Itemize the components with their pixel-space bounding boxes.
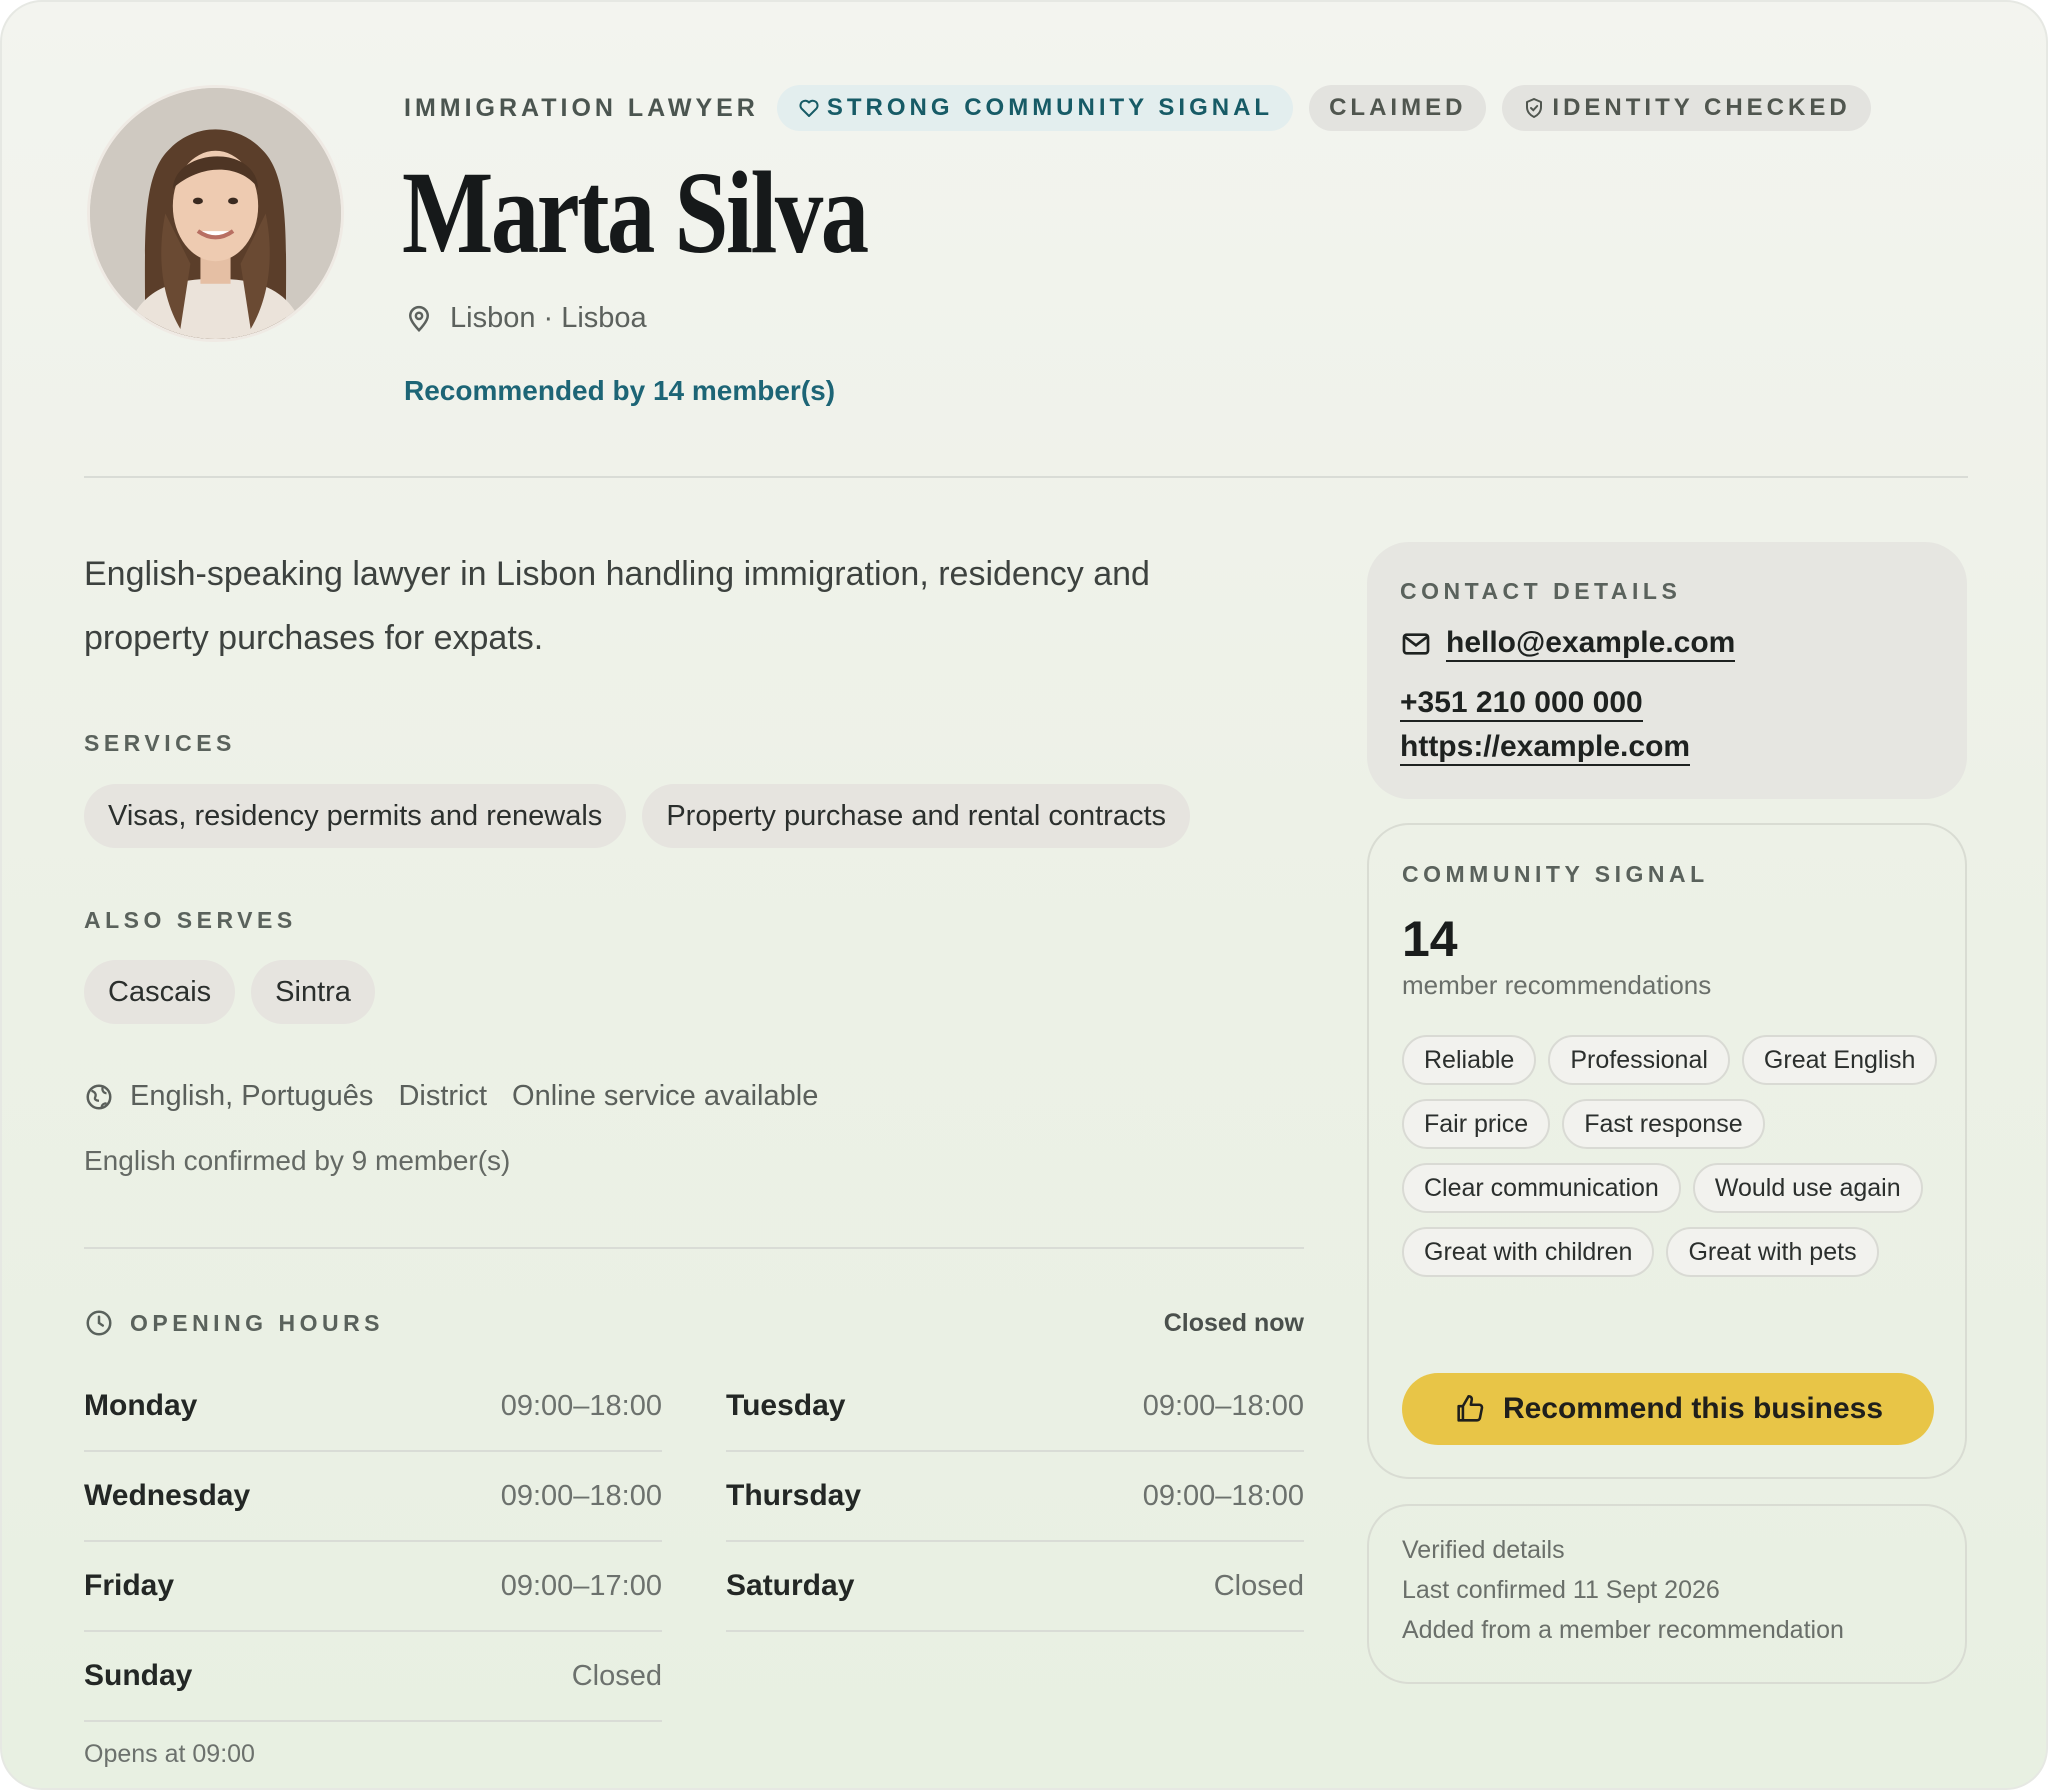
opens-at-note: Opens at 09:00 xyxy=(84,1740,255,1768)
phone-link[interactable]: +351 210 000 000 xyxy=(1400,686,1643,722)
website-row: https://example.com xyxy=(1400,730,1691,766)
day-label: Tuesday xyxy=(726,1389,846,1422)
verified-title: Verified details xyxy=(1402,1536,1565,1564)
tag-clear-communication: Clear communication xyxy=(1402,1163,1681,1213)
opening-hours-title: OPENING HOURS xyxy=(130,1309,385,1336)
strong-signal-label: STRONG COMMUNITY SIGNAL xyxy=(826,94,1274,121)
service-chip: Visas, residency permits and renewals xyxy=(84,784,627,848)
tag-great-with-pets: Great with pets xyxy=(1666,1227,1879,1277)
open-status: Closed now xyxy=(1163,1308,1304,1337)
also-serves-label: ALSO SERVES xyxy=(84,907,297,933)
strong-signal-badge: STRONG COMMUNITY SIGNAL xyxy=(776,85,1294,131)
email-link[interactable]: hello@example.com xyxy=(1446,626,1736,662)
tag-fair-price: Fair price xyxy=(1402,1099,1551,1149)
category-label: IMMIGRATION LAWYER xyxy=(404,93,759,122)
phone-row: +351 210 000 000 xyxy=(1400,686,1643,722)
day-label: Wednesday xyxy=(84,1479,251,1512)
divider xyxy=(84,476,1968,478)
area-chip: Sintra xyxy=(251,960,375,1024)
portrait-illustration xyxy=(90,88,341,339)
languages: English, Português xyxy=(130,1080,374,1112)
area-chip: Cascais xyxy=(84,960,236,1024)
identity-checked-label: IDENTITY CHECKED xyxy=(1552,94,1851,121)
recommendation-count: 14 xyxy=(1402,911,1458,967)
service-scope: District xyxy=(398,1080,488,1112)
day-hours: 09:00–17:00 xyxy=(500,1569,662,1602)
day-label: Monday xyxy=(84,1389,198,1422)
day-hours: 09:00–18:00 xyxy=(500,1389,662,1422)
clock-icon xyxy=(86,1310,112,1336)
tag-fast-response: Fast response xyxy=(1562,1099,1765,1149)
day-hours: Closed xyxy=(1213,1569,1304,1602)
website-link[interactable]: https://example.com xyxy=(1400,730,1691,766)
day-label: Saturday xyxy=(726,1569,855,1602)
thumbs-up-icon xyxy=(1457,1394,1484,1422)
source-note: Added from a member recommendation xyxy=(1402,1616,1844,1644)
verified-details-card: Verified details Last confirmed 11 Sept … xyxy=(1367,1504,1967,1684)
tag-reliable: Reliable xyxy=(1402,1035,1537,1085)
hours-row-thursday: Thursday 09:00–18:00 xyxy=(726,1452,1304,1542)
service-meta: English, Português District Online servi… xyxy=(84,1080,843,1113)
day-hours: 09:00–18:00 xyxy=(1142,1479,1304,1512)
hours-row-tuesday: Tuesday 09:00–18:00 xyxy=(726,1362,1304,1452)
day-label: Sunday xyxy=(84,1659,193,1692)
tag-would-use-again: Would use again xyxy=(1692,1163,1923,1213)
day-hours: 09:00–18:00 xyxy=(1142,1389,1304,1422)
hours-row-monday: Monday 09:00–18:00 xyxy=(84,1362,662,1452)
community-signal-card: COMMUNITY SIGNAL 14 member recommendatio… xyxy=(1367,823,1967,1479)
recommend-business-button[interactable]: Recommend this business xyxy=(1402,1373,1934,1445)
contact-details-card: CONTACT DETAILS hello@example.com +351 2… xyxy=(1367,542,1967,799)
mail-icon xyxy=(1402,633,1430,655)
claimed-label: CLAIMED xyxy=(1329,94,1467,121)
hours-row-wednesday: Wednesday 09:00–18:00 xyxy=(84,1452,662,1542)
tag-great-with-children: Great with children xyxy=(1402,1227,1655,1277)
tag-professional: Professional xyxy=(1548,1035,1730,1085)
location: Lisbon · Lisboa xyxy=(404,302,647,335)
opening-hours-header: OPENING HOURS Closed now xyxy=(84,1307,1304,1339)
recommendation-tags: Reliable Professional Great English Fair… xyxy=(1402,1035,1947,1277)
recommendation-count-label: member recommendations xyxy=(1402,970,1712,1000)
services-list: Visas, residency permits and renewals Pr… xyxy=(84,784,1191,848)
day-label: Thursday xyxy=(726,1479,862,1512)
profile-photo xyxy=(87,85,344,342)
identity-checked-badge: IDENTITY CHECKED xyxy=(1502,85,1871,131)
hours-row-saturday: Saturday Closed xyxy=(726,1542,1304,1632)
day-hours: 09:00–18:00 xyxy=(500,1479,662,1512)
hours-row-friday: Friday 09:00–17:00 xyxy=(84,1542,662,1632)
opening-hours-table: Monday 09:00–18:00 Tuesday 09:00–18:00 W… xyxy=(84,1362,1304,1722)
last-confirmed: Last confirmed 11 Sept 2026 xyxy=(1402,1576,1720,1604)
tag-great-english: Great English xyxy=(1741,1035,1938,1085)
services-label: SERVICES xyxy=(84,730,236,756)
community-signal-label: COMMUNITY SIGNAL xyxy=(1402,861,1709,887)
contact-details-label: CONTACT DETAILS xyxy=(1400,578,1682,604)
business-profile-card: IMMIGRATION LAWYER STRONG COMMUNITY SIGN… xyxy=(0,0,2048,1790)
badge-row: IMMIGRATION LAWYER STRONG COMMUNITY SIGN… xyxy=(404,85,1871,131)
map-pin-icon xyxy=(408,305,430,332)
email-row: hello@example.com xyxy=(1400,626,1736,662)
online-service: Online service available xyxy=(512,1080,819,1112)
service-chip: Property purchase and rental contracts xyxy=(642,784,1191,848)
business-description: English-speaking lawyer in Lisbon handli… xyxy=(84,555,1150,657)
recommended-count-link[interactable]: Recommended by 14 member(s) xyxy=(404,375,835,407)
heart-icon xyxy=(799,99,819,117)
divider xyxy=(84,1247,1304,1249)
also-serves-list: Cascais Sintra xyxy=(84,960,375,1024)
recommend-button-label: Recommend this business xyxy=(1502,1392,1884,1425)
shield-check-icon xyxy=(1526,98,1543,118)
location-text: Lisbon · Lisboa xyxy=(450,302,647,334)
business-name: Marta Silva xyxy=(402,147,869,278)
day-label: Friday xyxy=(84,1569,175,1602)
globe-icon xyxy=(86,1084,112,1109)
hours-row-sunday: Sunday Closed xyxy=(84,1632,662,1722)
english-confirmed: English confirmed by 9 member(s) xyxy=(84,1145,511,1176)
day-hours: Closed xyxy=(571,1659,662,1692)
claimed-badge: CLAIMED xyxy=(1309,85,1487,131)
